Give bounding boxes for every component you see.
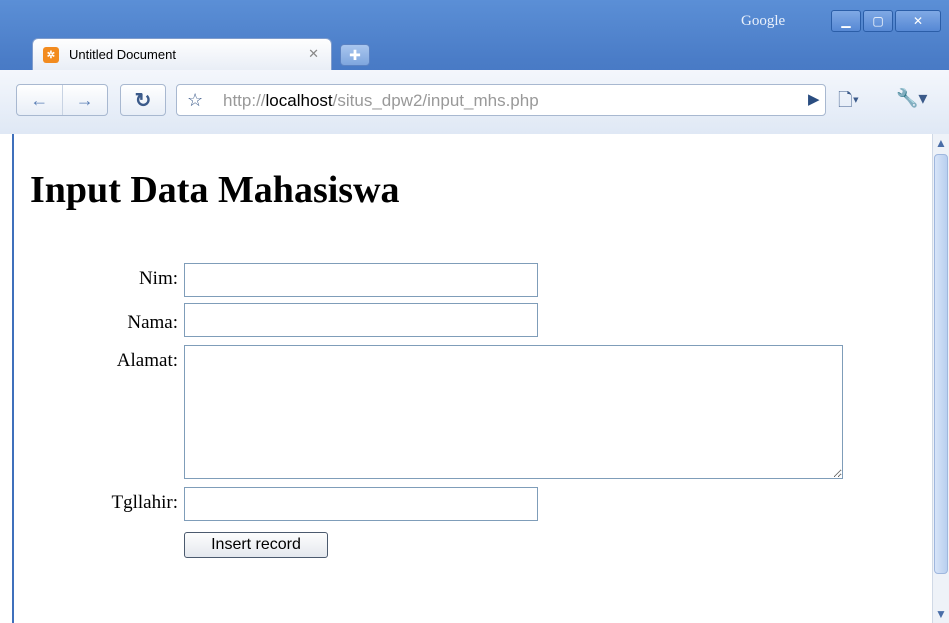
maximize-icon[interactable]: ▢: [863, 10, 893, 32]
alamat-label: Alamat:: [116, 350, 178, 371]
scrollbar-thumb[interactable]: [934, 154, 948, 574]
window-controls: ▁ ▢ ✕: [831, 10, 941, 32]
insert-record-button[interactable]: Insert record: [184, 532, 328, 558]
address-bar[interactable]: ☆ http://localhost/situs_dpw2/input_mhs.…: [176, 84, 826, 116]
scroll-down-icon[interactable]: ▼: [933, 605, 949, 623]
url-path: /situs_dpw2/input_mhs.php: [332, 91, 539, 110]
reload-button[interactable]: ↻: [120, 84, 166, 116]
minimize-icon[interactable]: ▁: [831, 10, 861, 32]
nama-input[interactable]: [184, 303, 538, 337]
scroll-up-icon[interactable]: ▲: [933, 134, 949, 152]
alamat-textarea[interactable]: [184, 345, 843, 479]
tab-title: Untitled Document: [69, 47, 176, 62]
bookmark-star-icon[interactable]: ☆: [187, 90, 203, 111]
wrench-menu-icon[interactable]: 🔧▾: [896, 88, 927, 109]
tgllahir-input[interactable]: [184, 487, 538, 521]
url-text[interactable]: http://localhost/situs_dpw2/input_mhs.ph…: [223, 91, 539, 111]
url-host: localhost: [265, 91, 333, 110]
tab-close-icon[interactable]: ✕: [308, 46, 319, 62]
close-icon[interactable]: ✕: [895, 10, 941, 32]
browser-toolbar: ← → ↻ ☆ http://localhost/situs_dpw2/inpu…: [0, 70, 949, 134]
new-tab-button[interactable]: ✚: [340, 44, 370, 66]
back-button[interactable]: ←: [17, 85, 63, 115]
xampp-icon: ✲: [43, 47, 59, 63]
page-viewport: Input Data Mahasiswa Nim: Nama: Alamat: …: [12, 134, 949, 623]
page-title: Input Data Mahasiswa: [30, 169, 400, 211]
google-label: Google: [741, 13, 786, 29]
tab-untitled-document[interactable]: ✲ Untitled Document ✕: [32, 38, 332, 70]
url-scheme: http://: [223, 91, 266, 110]
nav-buttons: ← →: [16, 84, 108, 116]
window-left-edge: [0, 134, 12, 623]
forward-button[interactable]: →: [63, 85, 108, 115]
page-menu-icon[interactable]: 🗋▾: [838, 88, 859, 118]
vertical-scrollbar[interactable]: ▲ ▼: [932, 134, 949, 623]
nim-input[interactable]: [184, 263, 538, 297]
nama-label: Nama:: [127, 312, 178, 333]
nim-label: Nim:: [138, 268, 178, 289]
tgllahir-label: Tgllahir:: [111, 492, 178, 513]
